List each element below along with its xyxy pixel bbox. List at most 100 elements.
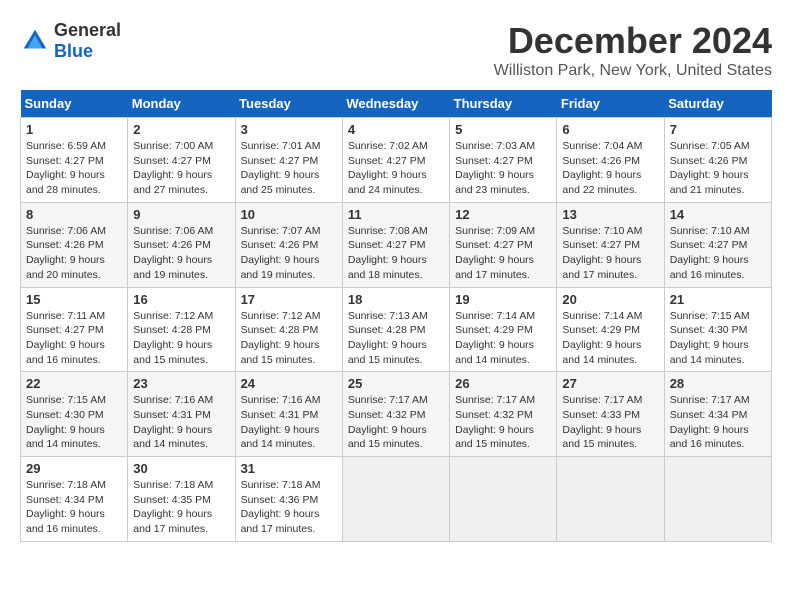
calendar-day-20: 20 Sunrise: 7:14 AMSunset: 4:29 PMDayligh… xyxy=(557,287,664,372)
calendar-day-empty xyxy=(342,457,449,542)
day-number: 1 xyxy=(26,122,122,137)
day-info: Sunrise: 7:15 AMSunset: 4:30 PMDaylight:… xyxy=(26,394,106,450)
day-number: 8 xyxy=(26,207,122,222)
calendar-day-14: 14Sunrise: 7:10 AMSunset: 4:27 PMDayligh… xyxy=(664,202,771,287)
day-number: 4 xyxy=(348,122,444,137)
calendar-day-17: 17Sunrise: 7:12 AMSunset: 4:28 PMDayligh… xyxy=(235,287,342,372)
col-saturday: Saturday xyxy=(664,90,771,118)
calendar-day-7: 7 Sunrise: 7:05 AMSunset: 4:26 PMDaylight… xyxy=(664,118,771,203)
logo-icon xyxy=(20,26,50,56)
day-info: Sunrise: 7:04 AMSunset: 4:26 PMDaylight:… xyxy=(562,140,642,196)
calendar-day-9: 9Sunrise: 7:06 AMSunset: 4:26 PMDaylight… xyxy=(128,202,235,287)
calendar-day-19: 19Sunrise: 7:14 AMSunset: 4:29 PMDayligh… xyxy=(450,287,557,372)
calendar-day-10: 10 Sunrise: 7:07 AMSunset: 4:26 PMDayligh… xyxy=(235,202,342,287)
calendar-day-21: 21Sunrise: 7:15 AMSunset: 4:30 PMDayligh… xyxy=(664,287,771,372)
col-monday: Monday xyxy=(128,90,235,118)
col-tuesday: Tuesday xyxy=(235,90,342,118)
calendar-day-2: 2 Sunrise: 7:00 AMSunset: 4:27 PMDaylight… xyxy=(128,118,235,203)
day-info: Sunrise: 7:17 AMSunset: 4:32 PMDaylight:… xyxy=(455,394,535,450)
day-number: 28 xyxy=(670,376,766,391)
calendar-day-24: 24 Sunrise: 7:16 AMSunset: 4:31 PMDayligh… xyxy=(235,372,342,457)
calendar-day-5: 5Sunrise: 7:03 AMSunset: 4:27 PMDaylight… xyxy=(450,118,557,203)
calendar-week-2: 8 Sunrise: 7:06 AMSunset: 4:26 PMDaylight… xyxy=(21,202,772,287)
calendar-day-28: 28 Sunrise: 7:17 AMSunset: 4:34 PMDayligh… xyxy=(664,372,771,457)
logo-general: General xyxy=(54,20,121,40)
calendar-table: Sunday Monday Tuesday Wednesday Thursday… xyxy=(20,90,772,542)
calendar-day-31: 31 Sunrise: 7:18 AMSunset: 4:36 PMDayligh… xyxy=(235,457,342,542)
day-number: 19 xyxy=(455,292,551,307)
day-number: 31 xyxy=(241,461,337,476)
day-info: Sunrise: 7:18 AMSunset: 4:35 PMDaylight:… xyxy=(133,479,213,535)
day-number: 12 xyxy=(455,207,551,222)
calendar-week-1: 1 Sunrise: 6:59 AMSunset: 4:27 PMDaylight… xyxy=(21,118,772,203)
calendar-day-16: 16Sunrise: 7:12 AMSunset: 4:28 PMDayligh… xyxy=(128,287,235,372)
calendar-day-26: 26 Sunrise: 7:17 AMSunset: 4:32 PMDayligh… xyxy=(450,372,557,457)
day-number: 11 xyxy=(348,207,444,222)
calendar-day-29: 29Sunrise: 7:18 AMSunset: 4:34 PMDayligh… xyxy=(21,457,128,542)
calendar-day-4: 4 Sunrise: 7:02 AMSunset: 4:27 PMDaylight… xyxy=(342,118,449,203)
day-info: Sunrise: 7:14 AMSunset: 4:29 PMDaylight:… xyxy=(562,310,642,366)
day-number: 30 xyxy=(133,461,229,476)
calendar-day-15: 15Sunrise: 7:11 AMSunset: 4:27 PMDayligh… xyxy=(21,287,128,372)
day-number: 2 xyxy=(133,122,229,137)
col-wednesday: Wednesday xyxy=(342,90,449,118)
day-number: 22 xyxy=(26,376,122,391)
location-title: Williston Park, New York, United States xyxy=(494,62,772,80)
logo: General Blue xyxy=(20,20,121,62)
col-friday: Friday xyxy=(557,90,664,118)
col-thursday: Thursday xyxy=(450,90,557,118)
calendar-day-13: 13 Sunrise: 7:10 AMSunset: 4:27 PMDayligh… xyxy=(557,202,664,287)
calendar-day-1: 1 Sunrise: 6:59 AMSunset: 4:27 PMDaylight… xyxy=(21,118,128,203)
calendar-day-27: 27Sunrise: 7:17 AMSunset: 4:33 PMDayligh… xyxy=(557,372,664,457)
calendar-day-6: 6 Sunrise: 7:04 AMSunset: 4:26 PMDaylight… xyxy=(557,118,664,203)
page-header: General Blue December 2024 Williston Par… xyxy=(20,20,772,80)
day-number: 6 xyxy=(562,122,658,137)
calendar-day-3: 3 Sunrise: 7:01 AMSunset: 4:27 PMDaylight… xyxy=(235,118,342,203)
day-info: Sunrise: 7:15 AMSunset: 4:30 PMDaylight:… xyxy=(670,310,750,366)
day-info: Sunrise: 7:10 AMSunset: 4:27 PMDaylight:… xyxy=(562,225,642,281)
calendar-day-empty xyxy=(664,457,771,542)
day-info: Sunrise: 7:18 AMSunset: 4:36 PMDaylight:… xyxy=(241,479,321,535)
day-number: 10 xyxy=(241,207,337,222)
day-info: Sunrise: 7:13 AMSunset: 4:28 PMDaylight:… xyxy=(348,310,428,366)
calendar-day-12: 12 Sunrise: 7:09 AMSunset: 4:27 PMDayligh… xyxy=(450,202,557,287)
day-number: 26 xyxy=(455,376,551,391)
calendar-day-empty xyxy=(557,457,664,542)
calendar-day-23: 23Sunrise: 7:16 AMSunset: 4:31 PMDayligh… xyxy=(128,372,235,457)
day-info: Sunrise: 7:01 AMSunset: 4:27 PMDaylight:… xyxy=(241,140,321,196)
day-number: 13 xyxy=(562,207,658,222)
day-info: Sunrise: 7:02 AMSunset: 4:27 PMDaylight:… xyxy=(348,140,428,196)
day-info: Sunrise: 7:16 AMSunset: 4:31 PMDaylight:… xyxy=(133,394,213,450)
day-number: 24 xyxy=(241,376,337,391)
day-number: 20 xyxy=(562,292,658,307)
calendar-day-18: 18 Sunrise: 7:13 AMSunset: 4:28 PMDayligh… xyxy=(342,287,449,372)
day-number: 3 xyxy=(241,122,337,137)
day-info: Sunrise: 7:09 AMSunset: 4:27 PMDaylight:… xyxy=(455,225,535,281)
day-info: Sunrise: 7:12 AMSunset: 4:28 PMDaylight:… xyxy=(133,310,213,366)
logo-blue: Blue xyxy=(54,41,93,61)
day-info: Sunrise: 7:07 AMSunset: 4:26 PMDaylight:… xyxy=(241,225,321,281)
calendar-header-row: Sunday Monday Tuesday Wednesday Thursday… xyxy=(21,90,772,118)
calendar-day-30: 30 Sunrise: 7:18 AMSunset: 4:35 PMDayligh… xyxy=(128,457,235,542)
day-info: Sunrise: 6:59 AMSunset: 4:27 PMDaylight:… xyxy=(26,140,106,196)
calendar-day-25: 25Sunrise: 7:17 AMSunset: 4:32 PMDayligh… xyxy=(342,372,449,457)
day-info: Sunrise: 7:03 AMSunset: 4:27 PMDaylight:… xyxy=(455,140,535,196)
title-area: December 2024 Williston Park, New York, … xyxy=(494,20,772,80)
day-info: Sunrise: 7:05 AMSunset: 4:26 PMDaylight:… xyxy=(670,140,750,196)
day-number: 7 xyxy=(670,122,766,137)
calendar-day-11: 11Sunrise: 7:08 AMSunset: 4:27 PMDayligh… xyxy=(342,202,449,287)
day-number: 15 xyxy=(26,292,122,307)
calendar-week-5: 29Sunrise: 7:18 AMSunset: 4:34 PMDayligh… xyxy=(21,457,772,542)
calendar-day-8: 8Sunrise: 7:06 AMSunset: 4:26 PMDaylight… xyxy=(21,202,128,287)
logo-text: General Blue xyxy=(54,20,121,62)
day-number: 18 xyxy=(348,292,444,307)
day-info: Sunrise: 7:00 AMSunset: 4:27 PMDaylight:… xyxy=(133,140,213,196)
month-title: December 2024 xyxy=(494,20,772,62)
day-info: Sunrise: 7:16 AMSunset: 4:31 PMDaylight:… xyxy=(241,394,321,450)
day-info: Sunrise: 7:17 AMSunset: 4:34 PMDaylight:… xyxy=(670,394,750,450)
day-info: Sunrise: 7:17 AMSunset: 4:32 PMDaylight:… xyxy=(348,394,428,450)
day-info: Sunrise: 7:06 AMSunset: 4:26 PMDaylight:… xyxy=(133,225,213,281)
day-number: 29 xyxy=(26,461,122,476)
col-sunday: Sunday xyxy=(21,90,128,118)
calendar-week-4: 22 Sunrise: 7:15 AMSunset: 4:30 PMDayligh… xyxy=(21,372,772,457)
